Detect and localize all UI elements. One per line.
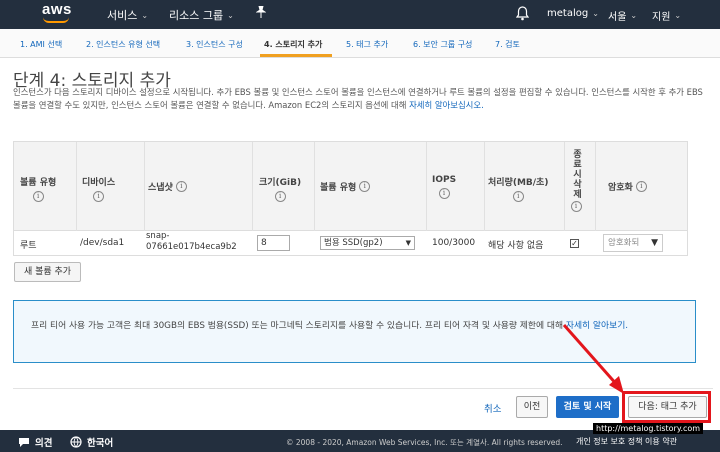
page-description: 인스턴스가 다음 스토리지 디바이스 설정으로 시작됩니다. 추가 EBS 볼륨… bbox=[13, 87, 703, 110]
size-input[interactable]: 8 bbox=[257, 235, 290, 251]
step-ami[interactable]: 1. AMI 선택 bbox=[20, 39, 62, 50]
add-volume-button[interactable]: 새 볼륨 추가 bbox=[14, 262, 81, 282]
column-divider bbox=[76, 142, 77, 231]
info-icon[interactable]: i bbox=[175, 181, 187, 192]
column-divider bbox=[564, 142, 565, 231]
header-iops: IOPS i bbox=[432, 175, 457, 199]
step-storage[interactable]: 4. 스토리지 추가 bbox=[264, 39, 322, 50]
column-divider bbox=[595, 142, 596, 231]
aws-logo[interactable]: aws bbox=[42, 2, 72, 25]
wizard-steps: 1. AMI 선택 2. 인스턴스 유형 선택 3. 인스턴스 구성 4. 스토… bbox=[0, 29, 720, 58]
column-divider bbox=[484, 142, 485, 231]
info-icon[interactable]: i bbox=[359, 181, 371, 192]
services-menu[interactable]: 서비스 ⌄ bbox=[107, 7, 148, 23]
active-step-indicator bbox=[260, 54, 332, 57]
info-icon[interactable]: i bbox=[438, 188, 450, 199]
feedback-icon bbox=[19, 437, 29, 447]
chevron-down-icon: ⌄ bbox=[141, 10, 149, 20]
cancel-button[interactable]: 취소 bbox=[484, 401, 501, 415]
info-icon[interactable]: i bbox=[93, 191, 105, 202]
dropdown-arrow-icon: ▼ bbox=[405, 239, 411, 247]
info-icon[interactable]: i bbox=[274, 191, 286, 202]
review-and-launch-button[interactable]: 검토 및 시작 bbox=[556, 396, 619, 418]
footer-links[interactable]: 개인 정보 보호 정책 이용 약관 bbox=[576, 436, 677, 447]
highlight-box bbox=[622, 391, 711, 423]
header-device: 디바이스 i bbox=[82, 178, 116, 202]
feedback-link[interactable]: 의견 bbox=[18, 435, 52, 449]
support-menu[interactable]: 지원 ⌄ bbox=[652, 8, 681, 23]
globe-icon bbox=[70, 436, 82, 448]
delete-on-termination-checkbox[interactable]: ✓ bbox=[570, 239, 579, 248]
header-volume-kind: 볼륨 유형 i bbox=[320, 180, 371, 193]
cell-throughput: 해당 사항 없음 bbox=[488, 241, 544, 251]
info-icon[interactable]: i bbox=[512, 191, 524, 202]
cell-volume-type: 루트 bbox=[20, 241, 37, 251]
encryption-select[interactable]: 암호화되 ▼ bbox=[603, 234, 663, 252]
header-encryption: 암호화 i bbox=[608, 180, 647, 193]
cell-snapshot[interactable]: snap- 07661e017b4eca9b2 bbox=[146, 231, 237, 253]
copyright-text: © 2008 - 2020, Amazon Web Services, Inc.… bbox=[286, 438, 563, 447]
header-size: 크기(GiB) i bbox=[259, 178, 302, 202]
chevron-down-icon: ⌄ bbox=[592, 9, 599, 18]
resource-groups-menu[interactable]: 리소스 그룹 ⌄ bbox=[169, 7, 234, 23]
column-divider bbox=[252, 142, 253, 231]
table-header: 볼륨 유형 i 디바이스 i 스냅샷 i 크기(GiB) i 볼륨 유형 i IOPS i … bbox=[14, 142, 687, 231]
volume-type-select[interactable]: 범용 SSD(gp2) ▼ bbox=[320, 236, 415, 250]
learn-more-link[interactable]: 자세히 알아보십시오. bbox=[409, 100, 484, 110]
account-menu[interactable]: metalog ⌄ bbox=[547, 8, 599, 19]
dropdown-arrow-icon: ▼ bbox=[651, 238, 658, 248]
column-divider bbox=[144, 142, 145, 231]
previous-button[interactable]: 이전 bbox=[516, 396, 548, 418]
header-snapshot: 스냅샷 i bbox=[148, 180, 187, 193]
aws-smile-icon bbox=[43, 17, 69, 23]
cell-iops: 100/3000 bbox=[432, 238, 476, 248]
info-icon[interactable]: i bbox=[570, 201, 582, 212]
header-throughput: 처리량(MB/초) i bbox=[488, 178, 549, 202]
chevron-down-icon: ⌄ bbox=[674, 11, 682, 20]
top-nav: aws 서비스 ⌄ 리소스 그룹 ⌄ metalog ⌄ 서울 ⌄ 지원 ⌄ bbox=[0, 0, 720, 29]
watermark-text: http://metalog.tistory.com bbox=[593, 423, 704, 434]
info-icon[interactable]: i bbox=[32, 191, 44, 202]
notification-bell-icon[interactable] bbox=[515, 6, 530, 21]
pin-icon[interactable] bbox=[255, 5, 267, 21]
chevron-down-icon: ⌄ bbox=[227, 10, 234, 20]
step-security-group[interactable]: 6. 보안 그룹 구성 bbox=[413, 39, 472, 50]
step-review[interactable]: 7. 검토 bbox=[495, 39, 520, 50]
region-menu[interactable]: 서울 ⌄ bbox=[608, 8, 637, 23]
column-divider bbox=[426, 142, 427, 231]
step-tags[interactable]: 5. 태그 추가 bbox=[346, 39, 388, 50]
step-configure[interactable]: 3. 인스턴스 구성 bbox=[186, 39, 243, 50]
step-instance-type[interactable]: 2. 인스턴스 유형 선택 bbox=[86, 39, 160, 50]
header-delete-on-termination: 종료시삭제 i bbox=[570, 149, 582, 212]
storage-table: 볼륨 유형 i 디바이스 i 스냅샷 i 크기(GiB) i 볼륨 유형 i IOPS i … bbox=[13, 141, 688, 256]
column-divider bbox=[314, 142, 315, 231]
info-icon[interactable]: i bbox=[635, 181, 647, 192]
annotation-arrow-icon bbox=[562, 324, 624, 394]
chevron-down-icon: ⌄ bbox=[630, 11, 638, 20]
language-selector[interactable]: 한국어 bbox=[70, 435, 113, 449]
cell-device: /dev/sda1 bbox=[80, 238, 125, 248]
table-row: 루트 /dev/sda1 snap- 07661e017b4eca9b2 8 범… bbox=[14, 231, 687, 255]
header-volume-type: 볼륨 유형 i bbox=[20, 178, 57, 202]
